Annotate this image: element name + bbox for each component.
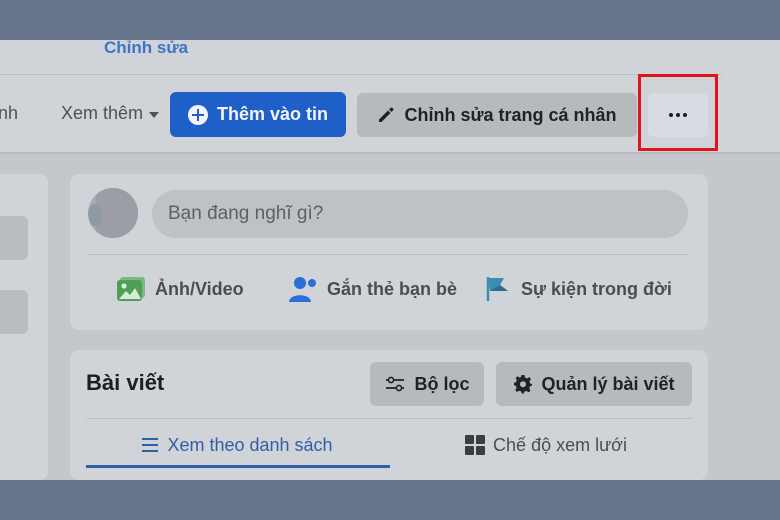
tab-grid-view[interactable]: Chế độ xem lưới [400, 422, 692, 468]
avatar[interactable] [88, 188, 138, 238]
grid-icon [465, 435, 486, 455]
add-to-story-label: Thêm vào tin [216, 104, 328, 124]
posts-section: Bài viết Bộ lọc Quản lý bài viết Xem the… [70, 350, 708, 480]
tab-grid-view-label: Chế độ xem lưới [493, 434, 627, 455]
life-event-action[interactable]: Sự kiện trong đời [484, 274, 672, 304]
divider [0, 74, 722, 75]
tag-friends-icon [289, 277, 316, 302]
post-composer: Bạn đang nghĩ gì? Ảnh/Video Gắn thẻ bạn … [70, 174, 708, 330]
edit-profile-label: Chỉnh sửa trang cá nhân [404, 104, 617, 125]
posts-title: Bài viết [86, 370, 165, 395]
photo-icon [117, 277, 145, 301]
filter-button[interactable]: Bộ lọc [370, 362, 484, 406]
life-event-label: Sự kiện trong đời [521, 278, 672, 299]
pencil-icon [379, 107, 394, 122]
left-column-item[interactable] [0, 290, 28, 334]
nav-tab-partial[interactable]: nh [0, 103, 18, 124]
profile-page: Chỉnh sửa nh Xem thêm Thêm vào tin Chỉnh… [0, 40, 780, 480]
sliders-icon [386, 376, 405, 392]
caret-down-icon [149, 111, 160, 118]
edit-link[interactable]: Chỉnh sửa [104, 40, 188, 58]
nav-more-label: Xem thêm [61, 103, 144, 123]
divider [0, 152, 780, 154]
photo-video-label: Ảnh/Video [155, 278, 244, 299]
manage-posts-label: Quản lý bài viết [541, 373, 675, 394]
whats-on-your-mind-input[interactable]: Bạn đang nghĩ gì? [152, 190, 688, 238]
divider [88, 254, 688, 255]
nav-more-tab[interactable]: Xem thêm [61, 103, 160, 124]
photo-video-action[interactable]: Ảnh/Video [116, 274, 244, 304]
gear-icon [514, 375, 533, 394]
left-column-item[interactable] [0, 216, 28, 260]
flag-icon [486, 277, 508, 301]
filter-label: Bộ lọc [414, 373, 470, 394]
active-tab-indicator [86, 465, 390, 468]
tag-friends-label: Gắn thẻ bạn bè [327, 278, 458, 299]
edit-profile-button[interactable]: Chỉnh sửa trang cá nhân [357, 93, 637, 137]
highlight-box [638, 74, 718, 151]
tab-list-view-label: Xem theo danh sách [167, 434, 333, 455]
tab-list-view[interactable]: Xem theo danh sách [86, 422, 388, 468]
divider [86, 418, 692, 419]
add-to-story-button[interactable]: Thêm vào tin [170, 92, 346, 137]
plus-circle-icon [187, 104, 208, 125]
tag-friends-action[interactable]: Gắn thẻ bạn bè [288, 274, 457, 304]
manage-posts-button[interactable]: Quản lý bài viết [496, 362, 692, 406]
list-icon [142, 438, 159, 452]
